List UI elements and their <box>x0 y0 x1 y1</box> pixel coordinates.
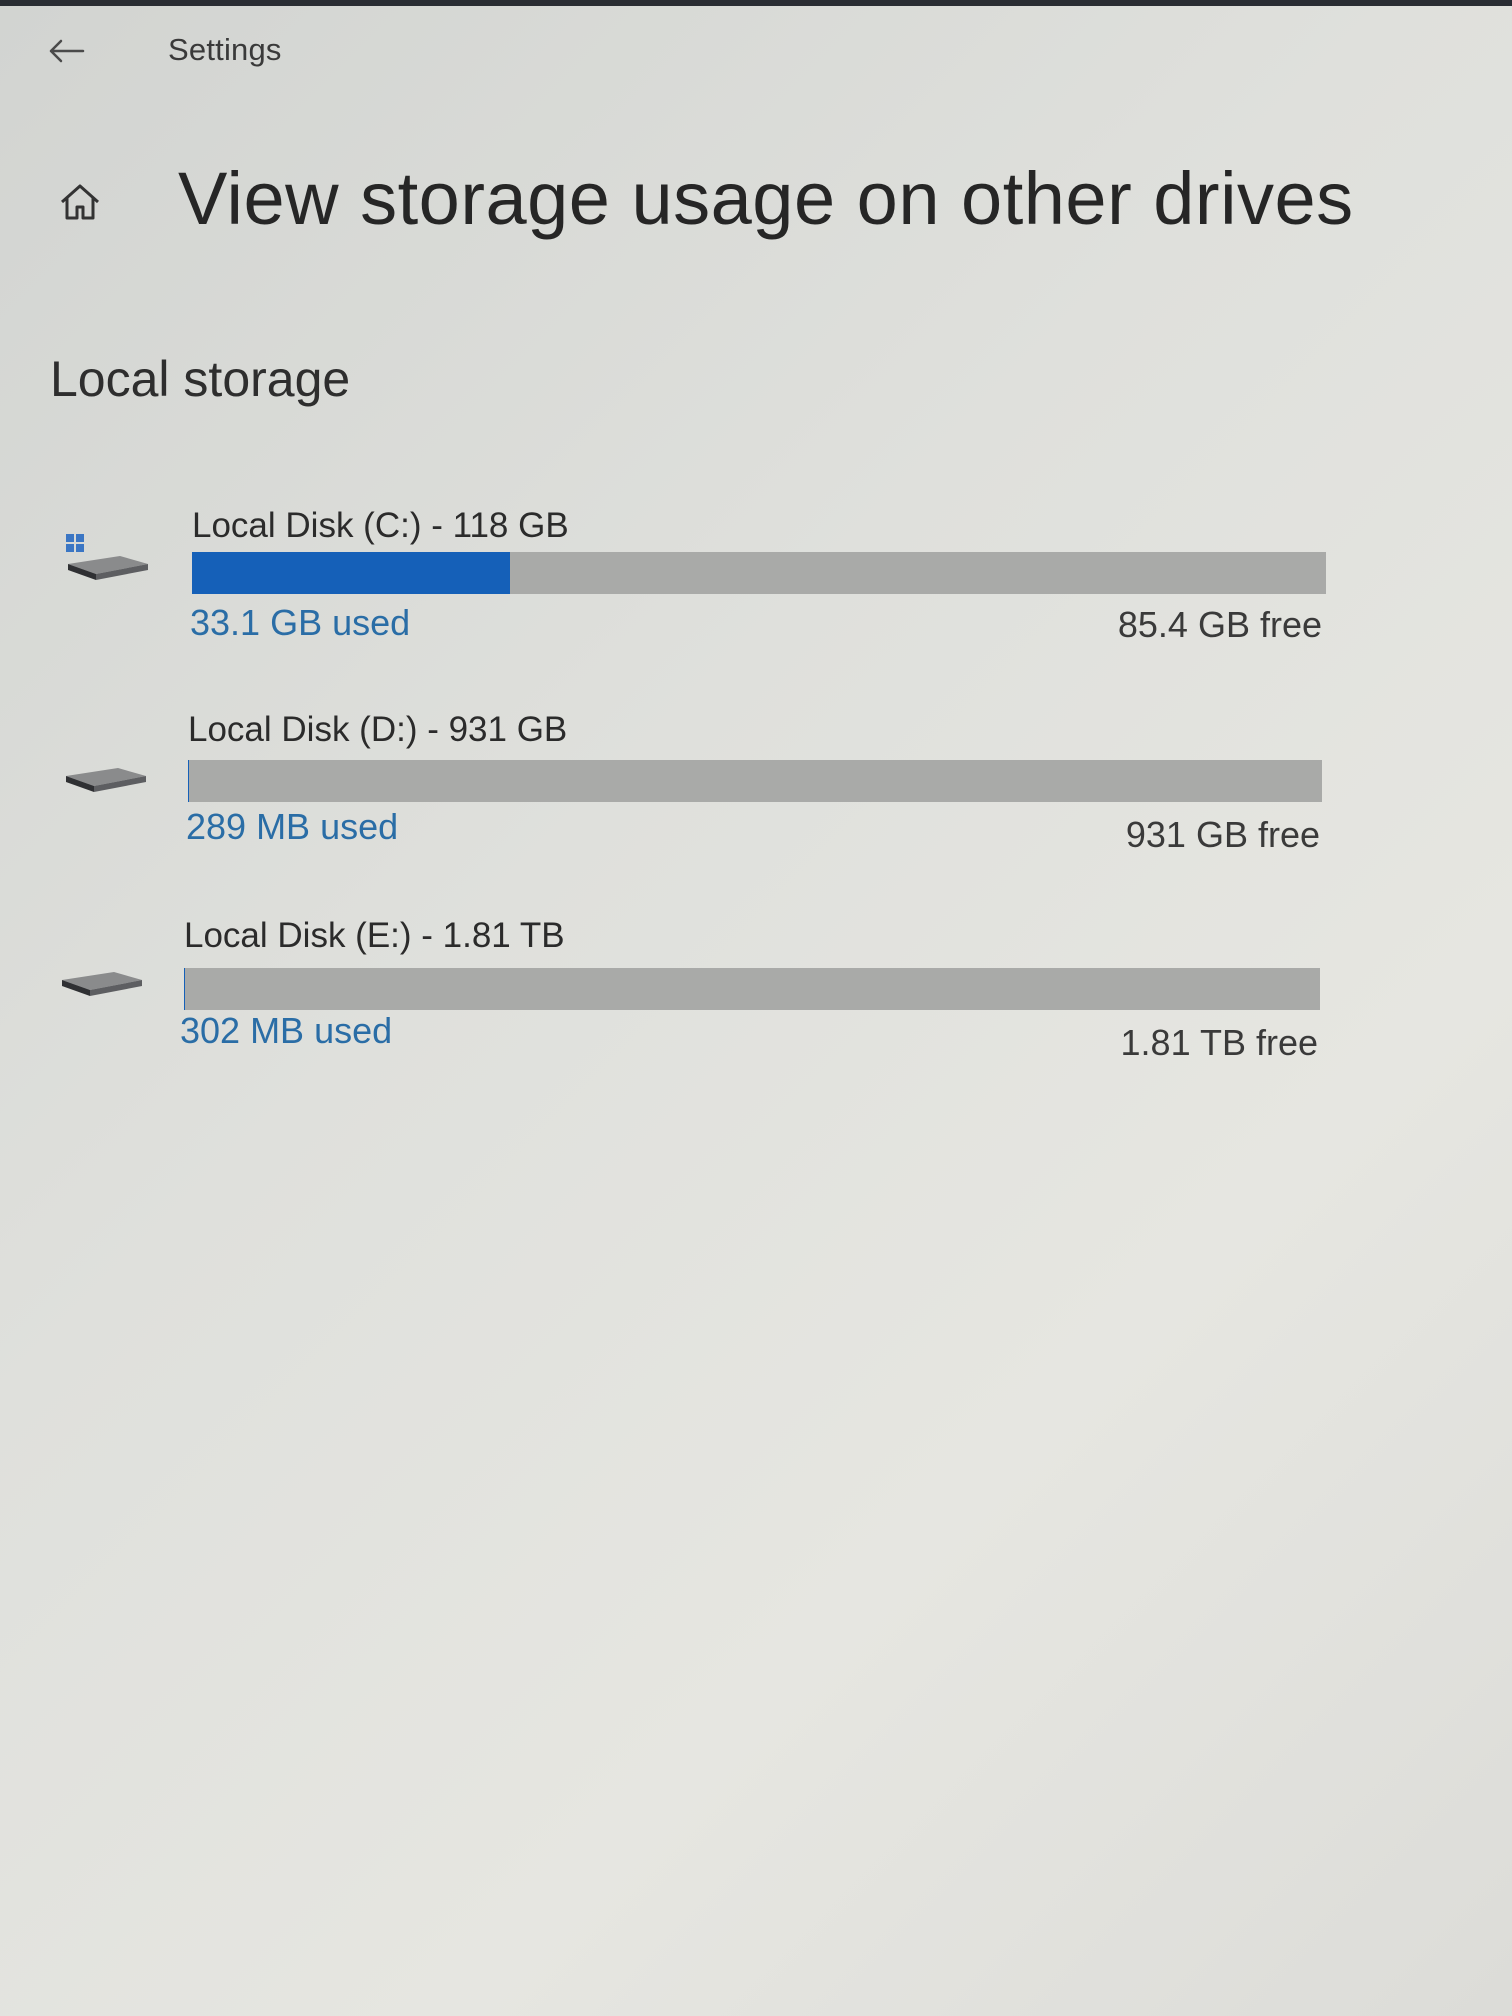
drive-icon <box>62 972 142 996</box>
window-top-edge <box>0 0 1512 6</box>
drive-icon <box>66 768 146 792</box>
usage-bar-c <box>192 552 1326 594</box>
home-icon <box>61 184 99 220</box>
usage-bar-e <box>184 968 1320 1010</box>
page-title: View storage usage on other drives <box>178 157 1354 240</box>
free-label-d: 931 GB free <box>1125 814 1320 855</box>
system-drive-icon <box>66 534 148 580</box>
free-label-e: 1.81 TB free <box>1120 1022 1318 1063</box>
home-button[interactable] <box>56 178 104 226</box>
section-title-local-storage: Local storage <box>50 351 351 407</box>
app-title: Settings <box>168 32 282 67</box>
drive-item-e[interactable]: Local Disk (E:) - 1.81 TB 302 MB used 1.… <box>0 906 1512 1076</box>
back-button[interactable] <box>40 28 90 74</box>
drive-name-d: Local Disk (D:) - 931 GB <box>188 710 568 749</box>
usage-bar-d <box>188 760 1322 802</box>
used-label-c: 33.1 GB used <box>190 602 411 643</box>
used-label-d: 289 MB used <box>186 806 399 847</box>
drive-item-d[interactable]: Local Disk (D:) - 931 GB 289 MB used 931… <box>0 700 1512 870</box>
back-arrow-icon <box>49 39 85 63</box>
drive-item-c[interactable]: Local Disk (C:) - 118 GB 33.1 GB used 85… <box>0 490 1512 660</box>
drive-name-e: Local Disk (E:) - 1.81 TB <box>184 916 565 955</box>
usage-bar-fill-c <box>192 552 510 594</box>
drive-name-c: Local Disk (C:) - 118 GB <box>192 506 569 545</box>
used-label-e: 302 MB used <box>180 1010 393 1051</box>
free-label-c: 85.4 GB free <box>1117 604 1322 645</box>
